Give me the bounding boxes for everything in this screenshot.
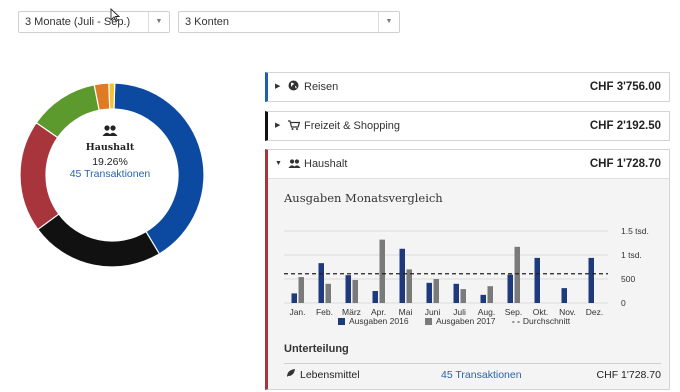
bar-2016[interactable] xyxy=(291,293,298,303)
category-haushalt[interactable]: ▼ Haushalt CHF 1'728.70 Ausgaben Monatsv… xyxy=(265,149,670,390)
category-label: Freizeit & Shopping xyxy=(304,120,400,132)
legend-item-2016[interactable]: Ausgaben 2016 xyxy=(338,316,409,326)
bar-2016[interactable] xyxy=(561,288,568,303)
bar-2017[interactable] xyxy=(352,279,359,303)
chevron-down-icon[interactable]: ▼ xyxy=(275,150,282,178)
donut-percent: 19.26% xyxy=(92,156,128,168)
category-label: Reisen xyxy=(304,81,339,93)
bar-2016[interactable] xyxy=(426,282,433,303)
bar-2017[interactable] xyxy=(406,269,413,303)
accounts-select-value: 3 Konten xyxy=(185,16,230,28)
category-amount: CHF 1'728.70 xyxy=(589,158,661,170)
globe-icon xyxy=(288,73,299,101)
chart-title: Ausgaben Monatsvergleich xyxy=(284,191,443,205)
legend-item-average[interactable]: - - Durchschnitt xyxy=(512,316,570,326)
chart-legend: Ausgaben 2016 Ausgaben 2017 - - Durchschn… xyxy=(338,316,570,326)
donut-category-title: Haushalt xyxy=(85,142,135,153)
bar-2016[interactable] xyxy=(453,283,460,303)
chevron-down-icon[interactable]: ▼ xyxy=(148,12,169,32)
y-tick-label: 0 xyxy=(621,298,626,308)
people-icon xyxy=(288,150,301,178)
period-select[interactable]: 3 Monate (Juli - Sep.) ▼ xyxy=(18,11,170,33)
y-tick-label: 500 xyxy=(621,274,635,284)
mouse-cursor-icon xyxy=(110,8,120,22)
bar-2017[interactable] xyxy=(379,239,386,303)
bar-2017[interactable] xyxy=(325,283,332,303)
subdivision-label: Lebensmittel xyxy=(300,369,360,381)
x-tick-label: Feb. xyxy=(316,307,333,317)
x-tick-label: Dez. xyxy=(586,307,603,317)
bar-2017[interactable] xyxy=(460,289,467,303)
bar-2017[interactable] xyxy=(487,286,494,303)
x-tick-label: Jan. xyxy=(289,307,305,317)
cart-icon xyxy=(288,112,301,140)
donut-center-label: Haushalt 19.26% 45 Transaktionen xyxy=(60,125,160,180)
subdivision-amount: CHF 1'728.70 xyxy=(596,369,661,381)
people-icon xyxy=(60,125,160,138)
y-tick-label: 1 tsd. xyxy=(621,250,642,260)
accounts-select[interactable]: 3 Konten ▼ xyxy=(178,11,400,33)
donut-transactions-link[interactable]: 45 Transaktionen xyxy=(60,168,160,180)
category-amount: CHF 2'192.50 xyxy=(589,120,661,132)
donut-slice[interactable] xyxy=(19,121,60,231)
chevron-down-icon[interactable]: ▼ xyxy=(378,12,399,32)
bar-2017[interactable] xyxy=(298,277,305,303)
category-amount: CHF 3'756.00 xyxy=(589,81,661,93)
category-freizeit-shopping[interactable]: ▶ Freizeit & Shopping CHF 2'192.50 xyxy=(265,111,670,141)
chevron-right-icon[interactable]: ▶ xyxy=(275,73,280,101)
subdivision-transactions-link[interactable]: 45 Transaktionen xyxy=(441,364,522,386)
subdivision-row[interactable]: Lebensmittel 45 Transaktionen CHF 1'728.… xyxy=(284,363,661,386)
monthly-comparison-chart: 05001 tsd.1.5 tsd.Jan. Feb. März Apr. Mai Jun… xyxy=(284,226,649,317)
category-label: Haushalt xyxy=(304,158,348,170)
bar-2016[interactable] xyxy=(345,275,352,303)
bar-2016[interactable] xyxy=(480,294,487,303)
subdivision-title: Unterteilung xyxy=(284,343,349,355)
bar-2016[interactable] xyxy=(399,248,406,303)
y-tick-label: 1.5 tsd. xyxy=(621,226,649,236)
bar-2017[interactable] xyxy=(433,279,440,303)
bar-2016[interactable] xyxy=(507,274,514,303)
chevron-right-icon[interactable]: ▶ xyxy=(275,112,280,140)
donut-slice[interactable] xyxy=(108,82,116,110)
category-details: Ausgaben Monatsvergleich 0 500 1 tsd. 1.5 t… xyxy=(268,178,669,389)
bar-2017[interactable] xyxy=(514,246,521,303)
donut-slice[interactable] xyxy=(37,213,161,268)
leaf-icon xyxy=(286,364,296,386)
bar-2016[interactable] xyxy=(318,263,325,303)
legend-item-2017[interactable]: Ausgaben 2017 xyxy=(424,316,496,326)
bar-2016[interactable] xyxy=(534,257,541,303)
bar-2016[interactable] xyxy=(588,257,595,303)
bar-2016[interactable] xyxy=(372,291,379,303)
category-reisen[interactable]: ▶ Reisen CHF 3'756.00 xyxy=(265,72,670,102)
